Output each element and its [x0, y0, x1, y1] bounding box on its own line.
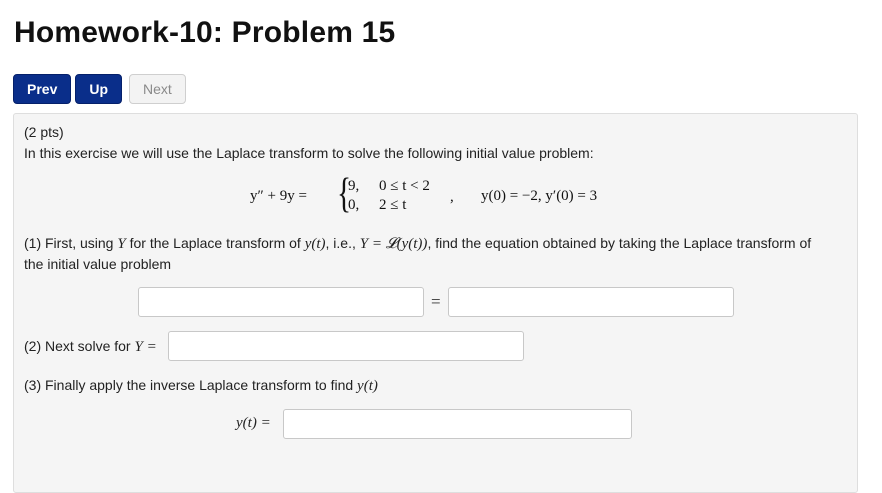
part1-lhs-input[interactable] — [138, 287, 424, 317]
equation-separator: , — [450, 189, 454, 205]
next-button[interactable]: Next — [129, 74, 186, 104]
case1-condition: 0 ≤ t < 2 — [379, 178, 430, 194]
problem-intro: In this exercise we will use the Laplace… — [24, 145, 594, 161]
equation-lhs: y″ + 9y = — [250, 188, 307, 204]
prev-button[interactable]: Prev — [13, 74, 72, 104]
part1-text-b: for the Laplace transform of — [125, 235, 305, 251]
case1-value: 9, — [348, 178, 360, 194]
part1-equals: = — [431, 292, 441, 311]
initial-conditions: y(0) = −2, y′(0) = 3 — [481, 188, 598, 204]
part2-Y-input[interactable] — [168, 331, 524, 361]
part2-label: (2) Next solve for Y = — [24, 338, 157, 356]
case2-value: 0, — [348, 197, 360, 213]
part1-var-y: y(t) — [304, 236, 326, 252]
part3-text: (3) Finally apply the inverse Laplace tr… — [24, 377, 358, 393]
points-label: (2 pts) — [24, 124, 64, 140]
part3-answer-label: y(t) = — [236, 415, 271, 431]
part1-expr: Y = 𝓛(y(t)) — [359, 236, 428, 252]
part1-text-c: , i.e., — [325, 235, 360, 251]
part3-label: (3) Finally apply the inverse Laplace tr… — [24, 377, 378, 395]
part3-yt-input[interactable] — [283, 409, 632, 439]
part1-text-d: , find the equation obtained by taking t… — [427, 235, 812, 251]
part1-text: (1) First, using Y for the Laplace trans… — [24, 235, 811, 253]
problem-navigation: Prev Up Next — [13, 74, 186, 104]
part2-text: (2) Next solve for — [24, 338, 135, 354]
part1-var-Y: Y — [117, 236, 126, 252]
part2-expr: Y = — [134, 339, 157, 355]
part3-var: y(t) — [357, 378, 378, 394]
part1-text-a: (1) First, using — [24, 235, 118, 251]
case2-condition: 2 ≤ t — [379, 197, 407, 213]
up-button[interactable]: Up — [75, 74, 123, 104]
page-title: Homework-10: Problem 15 — [14, 16, 396, 49]
part1-rhs-input[interactable] — [448, 287, 734, 317]
part1-text-e: the initial value problem — [24, 256, 172, 272]
